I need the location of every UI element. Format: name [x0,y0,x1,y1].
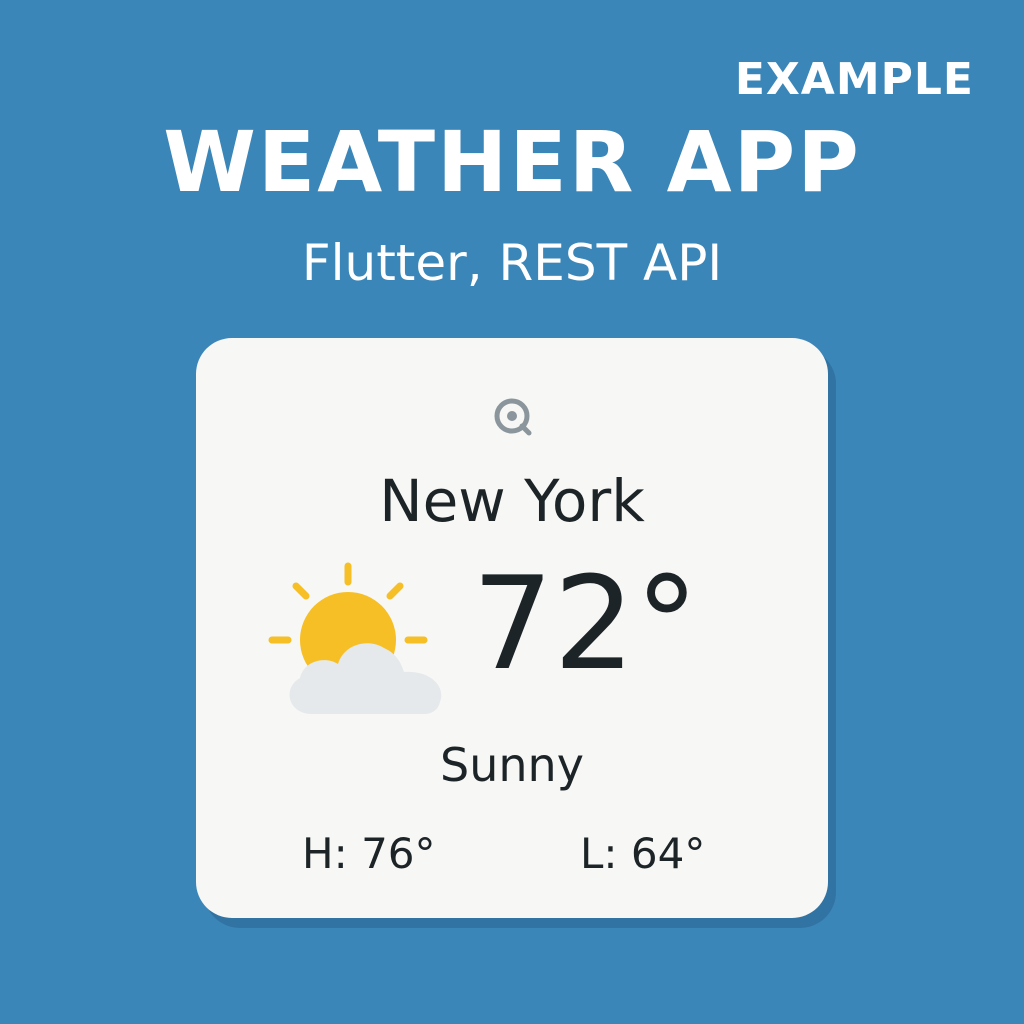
city-name: New York [379,467,645,535]
app-subtitle: Flutter, REST API [301,234,723,292]
temperature-value: 72° [472,550,699,699]
location-target-icon[interactable] [490,394,534,438]
partly-sunny-icon [268,562,442,714]
weather-condition: Sunny [440,738,584,792]
low-temperature: L: 64° [580,829,706,878]
app-title: WEATHER APP [163,113,861,211]
example-label: EXAMPLE [734,54,974,105]
high-temperature: H: 76° [302,829,436,878]
weather-card: New York 72° Sunny H: 76° L: 64° [196,338,828,918]
